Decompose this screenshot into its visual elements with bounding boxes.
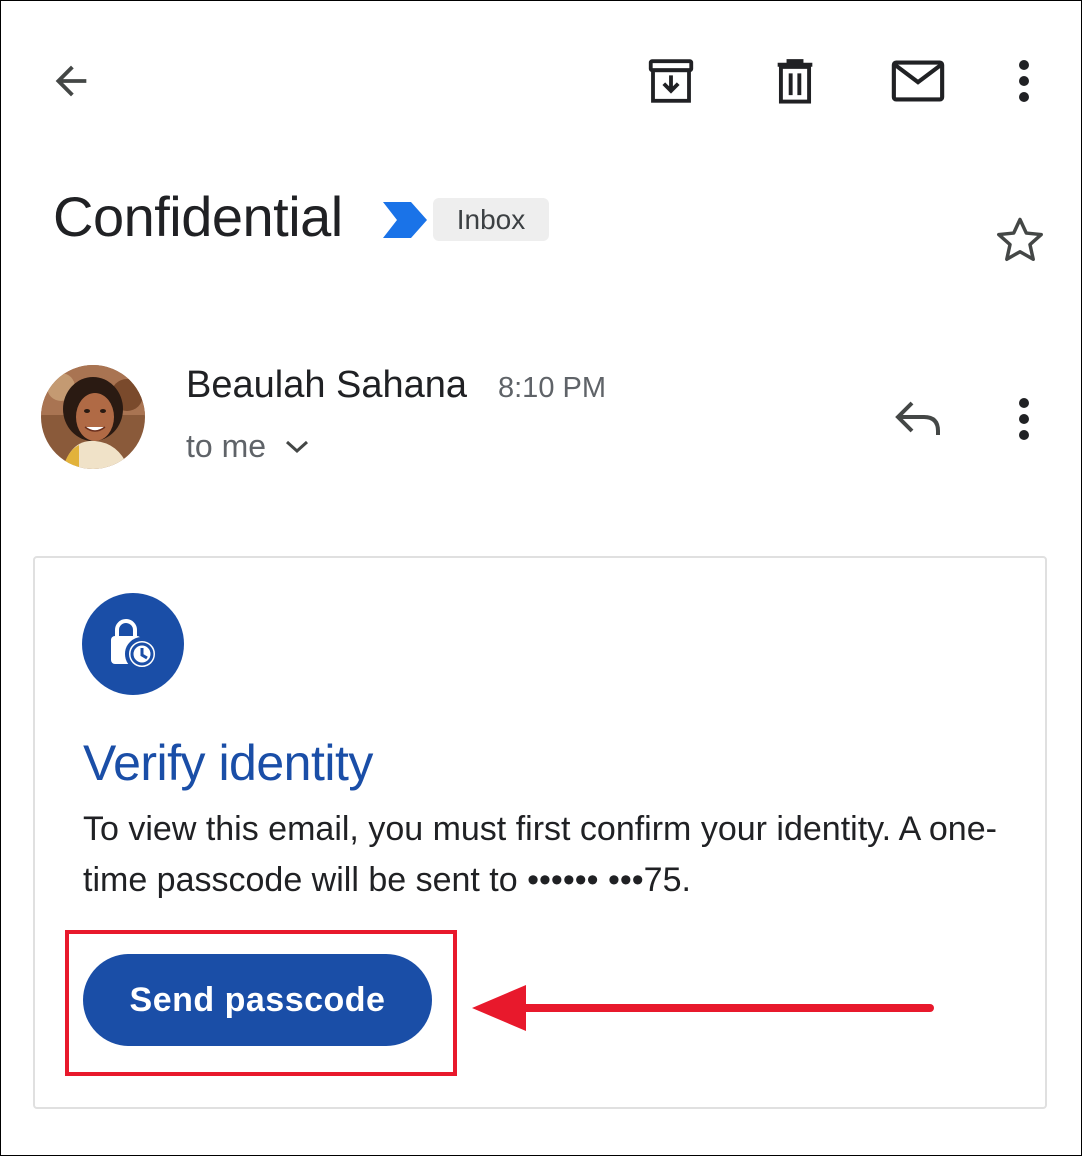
star-button[interactable] — [992, 212, 1048, 268]
mark-unread-button[interactable] — [886, 54, 950, 108]
inbox-label-chip[interactable]: Inbox — [433, 198, 549, 241]
reply-icon — [895, 401, 940, 435]
mail-icon — [891, 60, 945, 102]
verify-identity-description: To view this email, you must first confi… — [83, 810, 997, 899]
annotation-arrow-icon — [472, 983, 936, 1038]
more-vert-icon — [1019, 60, 1029, 102]
star-outline-icon — [997, 217, 1043, 262]
arrow-back-icon — [55, 65, 87, 97]
delete-button[interactable] — [766, 52, 824, 110]
sent-time: 8:10 PM — [498, 372, 606, 404]
recipient-label: to me — [186, 428, 267, 464]
email-subject: Confidential — [53, 185, 343, 248]
recipient-details-toggle[interactable]: to me — [186, 428, 310, 465]
sender-avatar[interactable] — [41, 365, 145, 469]
more-vert-icon — [1019, 398, 1029, 440]
chevron-down-icon — [286, 440, 309, 453]
message-more-button[interactable] — [1004, 392, 1044, 446]
verify-identity-title: Verify identity — [83, 735, 373, 791]
sender-name[interactable]: Beaulah Sahana — [186, 364, 467, 407]
delete-icon — [777, 59, 813, 104]
archive-icon — [648, 59, 694, 103]
importance-marker-icon — [383, 202, 427, 243]
lock-clock-icon — [82, 593, 184, 695]
reply-button[interactable] — [890, 392, 948, 446]
archive-button[interactable] — [642, 52, 700, 110]
more-options-button[interactable] — [1004, 54, 1044, 108]
back-button[interactable] — [44, 54, 98, 108]
annotation-highlight-box — [65, 930, 457, 1076]
